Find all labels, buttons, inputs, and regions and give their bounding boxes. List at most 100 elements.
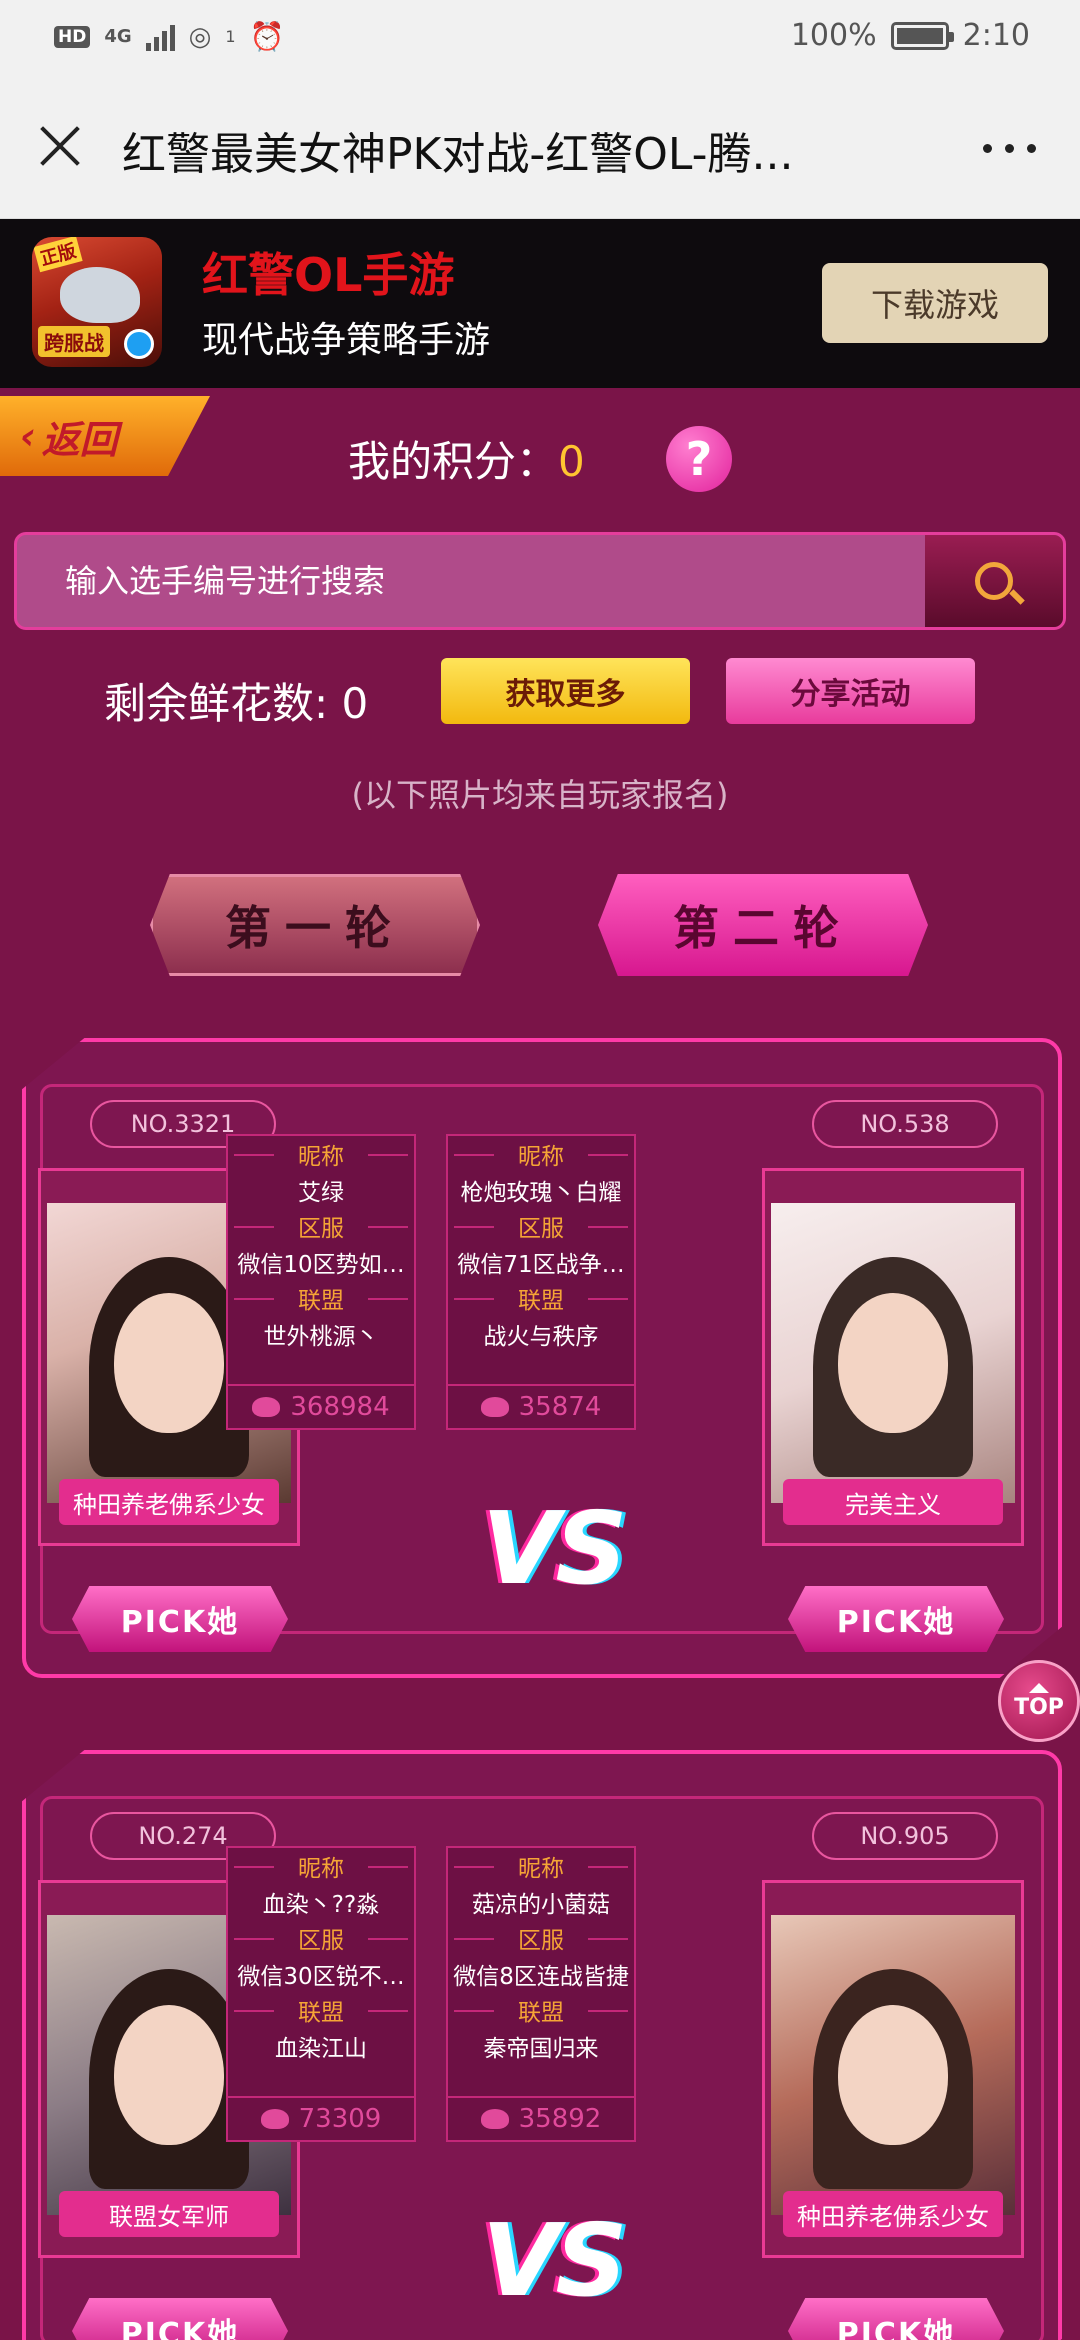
right-votes-count: 35892 (518, 2104, 602, 2134)
qq-logo-icon (124, 329, 154, 359)
signal-icon (145, 23, 175, 51)
scroll-to-top-button[interactable]: TOP (998, 1660, 1080, 1742)
status-right: 100% 2:10 (791, 18, 1030, 53)
clock: 2:10 (962, 18, 1030, 53)
server-label: 区服 (448, 1920, 634, 1956)
right-votes: 35892 (448, 2096, 634, 2140)
left-alliance: 世外桃源丶 (263, 1324, 379, 1350)
search-input[interactable] (17, 535, 917, 627)
score-value: 0 (558, 437, 585, 486)
back-label: 返回 (41, 417, 118, 462)
match-card: NO.274 NO.905 联盟女军师 昵称 血染丶??淼 区服 微信30区锐不… (22, 1750, 1062, 2340)
close-icon[interactable] (34, 120, 86, 172)
search-button[interactable] (925, 535, 1063, 627)
vs-label: VS (482, 2202, 627, 2319)
nickname-label: 昵称 (448, 1848, 634, 1884)
pick-right-button[interactable]: PICK她 (788, 2298, 1004, 2340)
battery-percent: 100% (790, 18, 877, 53)
flower-icon (480, 1397, 509, 1417)
get-more-button[interactable]: 获取更多 (441, 658, 690, 724)
pick-left-button[interactable]: PICK她 (72, 2298, 288, 2340)
score-label: 我的积分： (348, 437, 559, 486)
left-player-tag: 联盟女军师 (59, 2191, 279, 2237)
flower-icon (480, 2109, 509, 2129)
sim-label: 1 (225, 27, 236, 46)
network-label: 4G (104, 26, 132, 47)
left-votes-count: 73309 (298, 2104, 382, 2134)
server-label: 区服 (228, 1920, 414, 1956)
flower-icon (252, 1397, 281, 1417)
right-nickname: 枪炮玫瑰丶白耀 (460, 1180, 622, 1206)
left-nickname: 艾绿 (298, 1180, 344, 1206)
tab-round-two[interactable]: 第二轮 (598, 874, 928, 976)
help-icon[interactable]: ? (666, 426, 732, 492)
right-player-number: NO.905 (812, 1812, 998, 1860)
left-player-info: 昵称 血染丶??淼 区服 微信30区锐不… 联盟 血染江山 73309 (226, 1846, 416, 2142)
download-game-button[interactable]: 下载游戏 (822, 263, 1048, 343)
alliance-label: 联盟 (228, 1992, 414, 2028)
battery-icon (890, 21, 954, 50)
right-alliance: 战火与秩序 (483, 1324, 599, 1350)
right-player-info: 昵称 菇凉的小菌菇 区服 微信8区连战皆捷 联盟 秦帝国归来 35892 (446, 1846, 636, 2142)
right-votes-count: 35874 (518, 1392, 602, 1422)
vs-label: VS (482, 1490, 627, 1607)
remaining-flowers: 剩余鲜花数: 0 (104, 679, 369, 728)
nickname-label: 昵称 (448, 1136, 634, 1172)
my-score: 我的积分：0 (348, 428, 585, 489)
status-bar: HD 4G ◎ 1 ⏰ 100% 2:10 (0, 0, 1080, 76)
player-photo-image (771, 1203, 1015, 1503)
game-app-icon[interactable]: 正版 跨服战 (32, 237, 162, 367)
status-left: HD 4G ◎ 1 ⏰ (54, 20, 284, 53)
hotspot-icon: ◎ (188, 21, 212, 52)
right-votes: 35874 (448, 1384, 634, 1428)
game-name: 红警OL手游 (202, 248, 455, 302)
shark-graphic (60, 267, 140, 323)
up-arrow-icon (1029, 1682, 1049, 1693)
pick-right-button[interactable]: PICK她 (788, 1586, 1004, 1652)
alliance-label: 联盟 (228, 1280, 414, 1316)
nickname-label: 昵称 (228, 1848, 414, 1884)
left-player-info: 昵称 艾绿 区服 微信10区势如… 联盟 世外桃源丶 368984 (226, 1134, 416, 1430)
back-button[interactable]: ‹ 返回 (0, 396, 210, 476)
right-player-photo[interactable]: 种田养老佛系少女 (762, 1880, 1024, 2258)
tab-round-one[interactable]: 第一轮 (150, 874, 480, 976)
server-label: 区服 (228, 1208, 414, 1244)
pick-left-button[interactable]: PICK她 (72, 1586, 288, 1652)
right-player-number: NO.538 (812, 1100, 998, 1148)
game-subtitle: 现代战争策略手游 (202, 320, 491, 361)
more-options-icon[interactable] (983, 144, 1036, 153)
right-nickname: 菇凉的小菌菇 (472, 1892, 610, 1918)
right-server: 微信71区战争… (457, 1252, 625, 1278)
right-player-tag: 种田养老佛系少女 (783, 2191, 1003, 2237)
player-photo-image (771, 1915, 1015, 2215)
browser-toolbar: 红警最美女神PK对战-红警OL-腾... (0, 76, 1080, 219)
left-votes-count: 368984 (290, 1392, 390, 1422)
icon-tag: 跨服战 (38, 326, 110, 357)
alliance-label: 联盟 (448, 1992, 634, 2028)
right-player-photo[interactable]: 完美主义 (762, 1168, 1024, 1546)
alliance-label: 联盟 (448, 1280, 634, 1316)
hd-badge: HD (54, 25, 91, 48)
left-server: 微信30区锐不… (237, 1964, 405, 1990)
back-arrow-icon: ‹ (20, 414, 36, 458)
match-card: NO.3321 NO.538 种田养老佛系少女 昵称 艾绿 区服 微信10区势如… (22, 1038, 1062, 1678)
left-server: 微信10区势如… (237, 1252, 405, 1278)
left-nickname: 血染丶??淼 (262, 1892, 380, 1918)
right-player-tag: 完美主义 (783, 1479, 1003, 1525)
right-server: 微信8区连战皆捷 (453, 1964, 629, 1990)
flower-icon (260, 2109, 289, 2129)
left-votes: 368984 (228, 1384, 414, 1428)
top-label: TOP (1014, 1694, 1064, 1720)
nickname-label: 昵称 (228, 1136, 414, 1172)
right-alliance: 秦帝国归来 (483, 2036, 599, 2062)
share-activity-button[interactable]: 分享活动 (726, 658, 975, 724)
alarm-icon: ⏰ (249, 20, 285, 53)
left-votes: 73309 (228, 2096, 414, 2140)
photo-note: (以下照片均来自玩家报名) (351, 776, 729, 814)
page-title: 红警最美女神PK对战-红警OL-腾... (122, 129, 794, 180)
icon-ribbon: 正版 (33, 237, 83, 273)
game-banner: 正版 跨服战 红警OL手游 现代战争策略手游 下载游戏 (0, 219, 1080, 388)
activity-page: ‹ 返回 我的积分：0 ? 剩余鲜花数: 0 获取更多 分享活动 (以下照片均来… (0, 388, 1080, 2340)
left-alliance: 血染江山 (275, 2036, 367, 2062)
player-search (14, 532, 1066, 630)
